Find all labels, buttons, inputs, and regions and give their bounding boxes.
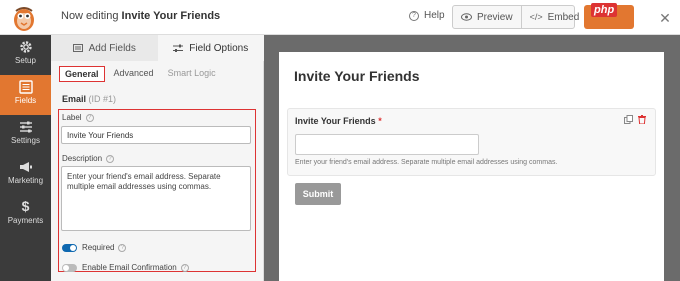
description-caption: Description ? (62, 154, 115, 163)
fields-list-icon (0, 75, 51, 95)
help-icon: ? (409, 10, 419, 21)
help-icon[interactable]: ? (118, 243, 127, 252)
preview-embed-group: Preview </> Embed (452, 5, 579, 29)
tab-label: Add Fields (88, 42, 136, 54)
description-caption-text: Description (62, 154, 103, 163)
watermark: php (591, 3, 618, 17)
editing-prefix: Now editing (61, 10, 119, 22)
code-icon: </> (529, 12, 543, 22)
gear-icon (0, 35, 51, 55)
preview-field-description: Enter your friend's email address. Separ… (295, 159, 558, 166)
field-id: (ID #1) (88, 94, 117, 104)
sidebar-item-setup[interactable]: Setup (0, 35, 51, 75)
sidebar-item-label: Marketing (7, 176, 44, 185)
wpforms-logo-icon (14, 7, 34, 31)
tab-label: Field Options (189, 42, 249, 54)
label-caption-text: Label (62, 113, 82, 122)
trash-icon[interactable] (638, 115, 646, 124)
list-icon (72, 44, 83, 52)
preview-email-input[interactable] (295, 134, 479, 155)
duplicate-icon[interactable] (624, 115, 633, 124)
sidebar-item-settings[interactable]: Settings (0, 115, 51, 155)
options-subtabs: General Advanced Smart Logic (59, 66, 221, 82)
sidebar-item-label: Settings (11, 136, 40, 145)
eye-icon (461, 13, 472, 21)
megaphone-icon (0, 155, 51, 175)
preview-form-title: Invite Your Friends (294, 68, 420, 84)
sidebar-item-marketing[interactable]: Marketing (0, 155, 51, 195)
tab-add-fields[interactable]: Add Fields (51, 35, 158, 61)
sidebar-item-payments[interactable]: $ Payments (0, 195, 51, 235)
close-icon[interactable]: ✕ (653, 6, 677, 30)
editing-title: Now editing Invite Your Friends (61, 10, 220, 22)
label-caption: Label ? (62, 113, 94, 122)
help-label: Help (424, 10, 445, 21)
subtab-general[interactable]: General (59, 66, 105, 82)
panel-tabs: Add Fields Field Options (51, 35, 264, 61)
tab-field-options[interactable]: Field Options (157, 35, 264, 61)
sidebar-item-label: Setup (15, 56, 36, 65)
embed-button[interactable]: </> Embed (520, 6, 588, 28)
field-type-heading: Email (ID #1) (62, 94, 116, 104)
field-actions (624, 115, 646, 124)
sidebar-item-fields[interactable]: Fields (0, 75, 51, 115)
embed-label: Embed (547, 11, 580, 23)
label-input[interactable]: Invite Your Friends (61, 126, 251, 144)
preview-button[interactable]: Preview (453, 6, 521, 28)
preview-field-label-row: Invite Your Friends * (295, 116, 382, 126)
subtab-smart-logic[interactable]: Smart Logic (163, 66, 221, 82)
preview-field-label: Invite Your Friends (295, 116, 376, 126)
top-bar: Now editing Invite Your Friends ? Help P… (0, 0, 680, 35)
required-label: Required (82, 243, 115, 252)
required-label-row: Required ? (82, 243, 127, 252)
help-icon[interactable]: ? (106, 154, 115, 163)
email-confirmation-label: Enable Email Confirmation (82, 263, 177, 272)
help-icon[interactable]: ? (180, 263, 189, 272)
field-type: Email (62, 94, 87, 104)
sidebar-item-label: Payments (7, 216, 44, 225)
dollar-icon: $ (21, 198, 30, 214)
help-icon[interactable]: ? (85, 113, 94, 122)
preview-label: Preview (477, 11, 513, 23)
sliders-icon (0, 115, 51, 135)
sidebar-item-label: Fields (14, 96, 37, 105)
required-toggle[interactable] (62, 244, 77, 252)
required-asterisk: * (378, 116, 382, 126)
sliders-icon (173, 44, 184, 52)
subtab-advanced[interactable]: Advanced (109, 66, 159, 82)
builder-sidebar: Setup Fields Settings Marketing $ Paymen… (0, 35, 51, 281)
form-name: Invite Your Friends (121, 10, 221, 22)
email-confirmation-row: Enable Email Confirmation ? (82, 263, 189, 272)
description-textarea[interactable]: Enter your friend's email address. Separ… (61, 166, 251, 231)
submit-button[interactable]: Submit (295, 183, 341, 205)
email-confirmation-toggle[interactable] (62, 264, 77, 272)
help-link[interactable]: ? Help (409, 10, 445, 21)
